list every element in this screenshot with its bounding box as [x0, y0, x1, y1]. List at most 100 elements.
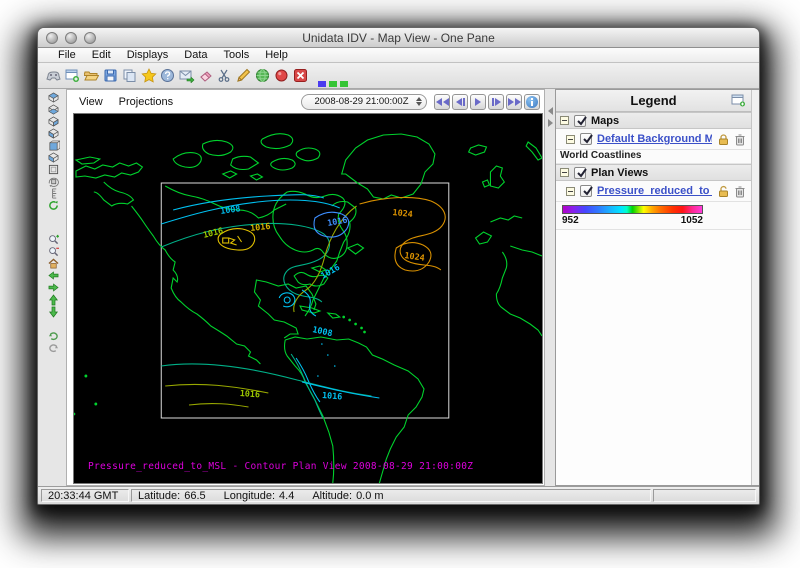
favorites-button[interactable] — [139, 66, 158, 86]
collapse-right-icon[interactable] — [548, 119, 553, 127]
step-forward-button[interactable] — [488, 94, 504, 110]
rotate-view-button[interactable] — [44, 176, 64, 187]
bgmaps-checkbox[interactable] — [580, 133, 592, 145]
open-file-button[interactable] — [82, 66, 101, 86]
lock-icon[interactable] — [717, 133, 730, 146]
capture-globe-button[interactable] — [253, 66, 272, 86]
contour-label: 1016 — [322, 390, 343, 401]
cut-button[interactable] — [215, 66, 234, 86]
home-view-button[interactable] — [44, 258, 64, 269]
pressure-link[interactable]: Pressure_reduced_to_M... — [597, 185, 712, 197]
menu-edit[interactable]: Edit — [84, 49, 119, 61]
cube-bottom-icon — [47, 104, 60, 115]
view-menu[interactable]: View — [79, 96, 103, 108]
collapse-maps-toggle[interactable] — [560, 116, 569, 125]
menu-displays[interactable]: Displays — [119, 49, 177, 61]
contour-label: 1016 — [250, 221, 271, 233]
map-panel-header: View Projections 2008-08-29 21:00:00Z — [67, 90, 544, 113]
step-back-button[interactable] — [452, 94, 468, 110]
new-display-window-button[interactable] — [63, 66, 82, 86]
arrow-up-icon — [47, 294, 60, 306]
help-button[interactable] — [158, 66, 177, 86]
view-south-button[interactable] — [44, 140, 64, 151]
pan-up-button[interactable] — [44, 294, 64, 305]
view-west-button[interactable] — [44, 152, 64, 163]
copy-icon — [122, 68, 137, 83]
view-east-button[interactable] — [44, 128, 64, 139]
time-spinner[interactable] — [416, 97, 422, 106]
contour-label: 1008 — [220, 203, 241, 216]
float-window-icon — [731, 94, 746, 107]
window-titlebar[interactable]: Unidata IDV - Map View - One Pane — [38, 28, 759, 48]
undo-button[interactable] — [44, 330, 64, 341]
view-bottom-button[interactable] — [44, 104, 64, 115]
collapse-bgmaps-toggle[interactable] — [566, 135, 575, 144]
close-window-button[interactable] — [46, 32, 58, 44]
auto-rotate-button[interactable] — [44, 200, 64, 211]
go-to-end-button[interactable] — [506, 94, 522, 110]
float-legend-button[interactable] — [731, 94, 746, 112]
check-icon — [581, 132, 595, 146]
trash-icon[interactable] — [734, 185, 746, 198]
time-selector[interactable]: 2008-08-29 21:00:00Z — [301, 94, 427, 110]
map-view-panel: View Projections 2008-08-29 21:00:00Z — [66, 89, 545, 486]
view-top-button[interactable] — [44, 92, 64, 103]
erase-button[interactable] — [196, 66, 215, 86]
planviews-checkbox[interactable] — [574, 167, 586, 179]
contour-label: 1016 — [202, 225, 224, 240]
animation-properties-button[interactable] — [524, 94, 540, 110]
globe-icon — [255, 68, 270, 83]
contour-label: 1016 — [326, 215, 348, 228]
dashboard-button[interactable] — [44, 66, 63, 86]
record-movie-button[interactable] — [272, 66, 291, 86]
copy-button[interactable] — [120, 66, 139, 86]
window-title: Unidata IDV - Map View - One Pane — [302, 31, 495, 45]
split-pane-divider[interactable] — [545, 89, 555, 486]
zoom-window-button[interactable] — [84, 32, 96, 44]
go-to-start-button[interactable] — [434, 94, 450, 110]
projections-menu[interactable]: Projections — [119, 96, 173, 108]
menu-tools[interactable]: Tools — [216, 49, 258, 61]
map-display[interactable]: 1008101610161016102410241016100810161016… — [73, 113, 543, 484]
maps-checkbox[interactable] — [574, 115, 586, 127]
vertical-scale-icon — [47, 188, 60, 199]
memory-monitor[interactable] — [318, 81, 348, 87]
redo-button[interactable] — [44, 342, 64, 353]
minimize-window-button[interactable] — [65, 32, 77, 44]
menu-file[interactable]: File — [50, 49, 84, 61]
vertical-scale-button[interactable] — [44, 188, 64, 199]
pan-left-button[interactable] — [44, 270, 64, 281]
collapse-planviews-toggle[interactable] — [560, 168, 569, 177]
legend-section-maps: Maps — [556, 112, 751, 129]
info-icon — [526, 96, 538, 108]
dashboard-icon — [46, 68, 61, 83]
unlock-icon[interactable] — [717, 185, 730, 198]
play-button[interactable] — [470, 94, 486, 110]
collapse-pressure-toggle[interactable] — [566, 187, 575, 196]
legend-header: Legend — [556, 90, 751, 112]
pressure-colorbar[interactable] — [562, 205, 703, 214]
zoom-in-button[interactable] — [44, 234, 64, 245]
legend-scrollbar[interactable] — [751, 90, 759, 485]
window-controls — [46, 32, 96, 44]
save-button[interactable] — [101, 66, 120, 86]
bgmaps-link[interactable]: Default Background Maps — [597, 133, 712, 145]
longitude-value: 4.4 — [279, 490, 294, 502]
exit-button[interactable] — [291, 66, 310, 86]
pan-down-button[interactable] — [44, 306, 64, 317]
fast-forward-icon — [508, 98, 514, 106]
pan-right-button[interactable] — [44, 282, 64, 293]
pressure-checkbox[interactable] — [580, 185, 592, 197]
send-support-button[interactable] — [177, 66, 196, 86]
edit-button[interactable] — [234, 66, 253, 86]
menu-data[interactable]: Data — [176, 49, 215, 61]
view-north-button[interactable] — [44, 116, 64, 127]
trash-icon[interactable] — [734, 133, 746, 146]
mail-send-icon — [179, 68, 195, 83]
viewpoint-toolbar — [41, 89, 66, 486]
latitude-value: 66.5 — [184, 490, 205, 502]
collapse-left-icon[interactable] — [548, 107, 553, 115]
menu-help[interactable]: Help — [257, 49, 296, 61]
zoom-out-button[interactable] — [44, 246, 64, 257]
perspective-view-button[interactable] — [44, 164, 64, 175]
